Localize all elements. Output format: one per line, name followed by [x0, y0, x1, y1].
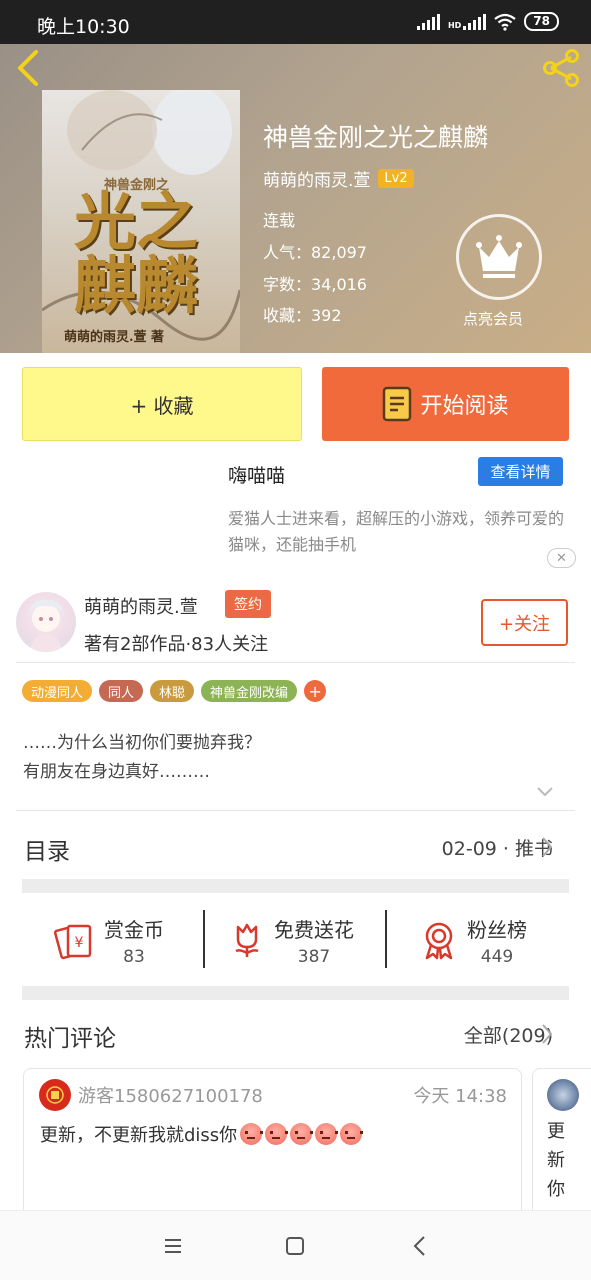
comment-time: 今天 14:38	[413, 1086, 507, 1107]
reward-coins-button[interactable]: ¥ 赏金币 83	[54, 910, 164, 970]
follow-button[interactable]: +关注	[481, 599, 568, 646]
start-reading-button[interactable]: 开始阅读	[322, 367, 569, 441]
book-icon	[383, 386, 412, 422]
back-nav-icon[interactable]	[405, 1231, 435, 1261]
all-comments-link[interactable]: 全部(209)	[464, 1021, 553, 1048]
signed-badge: 签约	[225, 590, 271, 618]
fan-ranking-button[interactable]: 粉丝榜 449	[421, 910, 527, 970]
book-popularity: 人气：82,097	[263, 243, 367, 262]
red-envelope-icon: ¥	[54, 924, 92, 960]
stat-divider	[385, 910, 387, 968]
book-status: 连载	[263, 211, 296, 230]
section-separator	[22, 879, 569, 893]
book-title: 神兽金刚之光之麒麟	[263, 123, 489, 152]
avatar-art	[28, 599, 64, 652]
hot-comments-title: 热门评论	[24, 1026, 116, 1052]
tag-item[interactable]: 动漫同人	[22, 680, 93, 702]
book-cover[interactable]: 神兽金刚之 光之麒麟 萌萌的雨灵.萱 著	[42, 90, 240, 353]
book-header: 神兽金刚之 光之麒麟 萌萌的雨灵.萱 著 神兽金刚之光之麒麟 萌萌的雨灵.萱 L…	[0, 44, 591, 353]
synopsis-line: ……为什么当初你们要抛弃我？	[23, 733, 261, 753]
fan-ranking-text: 粉丝榜 449	[467, 914, 527, 967]
ad-detail-button[interactable]: 查看详情	[478, 457, 563, 486]
add-favorite-button[interactable]: + 收藏	[22, 367, 302, 441]
chevron-right-icon[interactable]	[541, 836, 553, 858]
commenter-avatar[interactable]	[39, 1079, 71, 1111]
add-tag-button[interactable]: +	[304, 680, 327, 702]
start-reading-label: 开始阅读	[420, 394, 509, 419]
angry-emoji-icon	[315, 1123, 339, 1145]
status-bar: 晚上10:30 HD 78	[0, 0, 591, 44]
book-favorites: 收藏：392	[263, 306, 342, 325]
vip-label: 点亮会员	[463, 310, 524, 328]
tag-list: 动漫同人 同人 林聪 神兽金刚改编 +	[22, 680, 327, 702]
book-synopsis[interactable]: ……为什么当初你们要抛弃我？ 有朋友在身边真好………	[23, 729, 261, 787]
cover-author: 萌萌的雨灵.萱 著	[64, 330, 165, 345]
fan-ranking-value: 449	[480, 946, 514, 967]
flower-icon	[235, 923, 259, 957]
send-flowers-label: 免费送花	[274, 917, 354, 942]
send-flowers-button[interactable]: 免费送花 387	[230, 910, 354, 970]
comment-card[interactable]: 更新你	[532, 1068, 591, 1218]
home-square-icon[interactable]	[280, 1231, 310, 1261]
angry-emoji-icon	[240, 1123, 264, 1145]
reward-coins-value: 83	[123, 946, 145, 967]
fan-ranking-label: 粉丝榜	[467, 917, 527, 942]
angry-emoji-icon	[340, 1123, 364, 1145]
commenter-name[interactable]: 游客1580627100178	[78, 1082, 263, 1108]
comment-card[interactable]: 游客1580627100178 今天 14:38 更新，不更新我就diss你	[23, 1068, 522, 1218]
tag-item[interactable]: 林聪	[150, 680, 195, 702]
contents-latest[interactable]: 02-09 · 推书	[442, 834, 553, 861]
guest-badge-icon	[46, 1086, 64, 1104]
divider	[16, 662, 575, 663]
menu-icon[interactable]	[158, 1231, 188, 1261]
angry-emoji-icon	[265, 1123, 289, 1145]
cover-title: 光之麒麟	[74, 185, 199, 322]
divider	[16, 810, 575, 811]
ad-title[interactable]: 嗨喵喵	[228, 461, 285, 488]
signal-icon	[416, 13, 440, 30]
level-badge: Lv2	[378, 169, 414, 188]
crown-icon	[476, 235, 522, 278]
battery-indicator: 78	[524, 12, 559, 31]
reward-coins-label: 赏金币	[104, 917, 164, 942]
book-author-name[interactable]: 萌萌的雨灵.萱	[263, 166, 370, 191]
wifi-icon	[494, 13, 516, 31]
angry-emoji-icon	[290, 1123, 314, 1145]
medal-icon	[425, 922, 453, 960]
book-word-count: 字数：34,016	[263, 275, 367, 294]
stat-divider	[203, 910, 205, 968]
tag-item[interactable]: 神兽金刚改编	[201, 680, 298, 702]
share-icon[interactable]	[539, 48, 583, 88]
comment-text: 更新，不更新我就diss你	[40, 1121, 364, 1147]
send-flowers-value: 387	[297, 946, 331, 967]
vip-crown-button[interactable]	[456, 214, 542, 300]
status-time: 晚上10:30	[37, 16, 130, 38]
chevron-right-icon[interactable]	[541, 1023, 553, 1045]
status-icons: HD 78	[416, 12, 559, 31]
author-avatar[interactable]	[16, 592, 76, 652]
reward-coins-text: 赏金币 83	[104, 914, 164, 967]
synopsis-line: 有朋友在身边真好………	[23, 762, 210, 782]
ad-description[interactable]: 爱猫人士进来看，超解压的小游戏，领养可爱的猫咪，还能抽手机	[228, 506, 578, 558]
comment-body: 更新，不更新我就diss你	[40, 1125, 238, 1146]
system-nav-bar	[0, 1210, 591, 1280]
expand-chevron-icon[interactable]	[536, 786, 554, 798]
contents-title[interactable]: 目录	[24, 832, 70, 866]
commenter-avatar[interactable]	[547, 1079, 579, 1111]
comment-preview-text: 更新你	[547, 1121, 565, 1200]
back-arrow-icon[interactable]	[10, 48, 50, 88]
svg-text:¥: ¥	[75, 935, 84, 951]
book-author-row: 萌萌的雨灵.萱 Lv2	[263, 166, 414, 191]
author-name[interactable]: 萌萌的雨灵.萱	[84, 593, 198, 619]
ad-close-button[interactable]: ✕	[547, 548, 576, 568]
tag-item[interactable]: 同人	[99, 680, 144, 702]
author-stats: 著有2部作品·83人关注	[84, 634, 269, 655]
send-flowers-text: 免费送花 387	[274, 914, 354, 967]
section-separator	[22, 986, 569, 1000]
signal-hd-icon: HD	[448, 13, 487, 30]
